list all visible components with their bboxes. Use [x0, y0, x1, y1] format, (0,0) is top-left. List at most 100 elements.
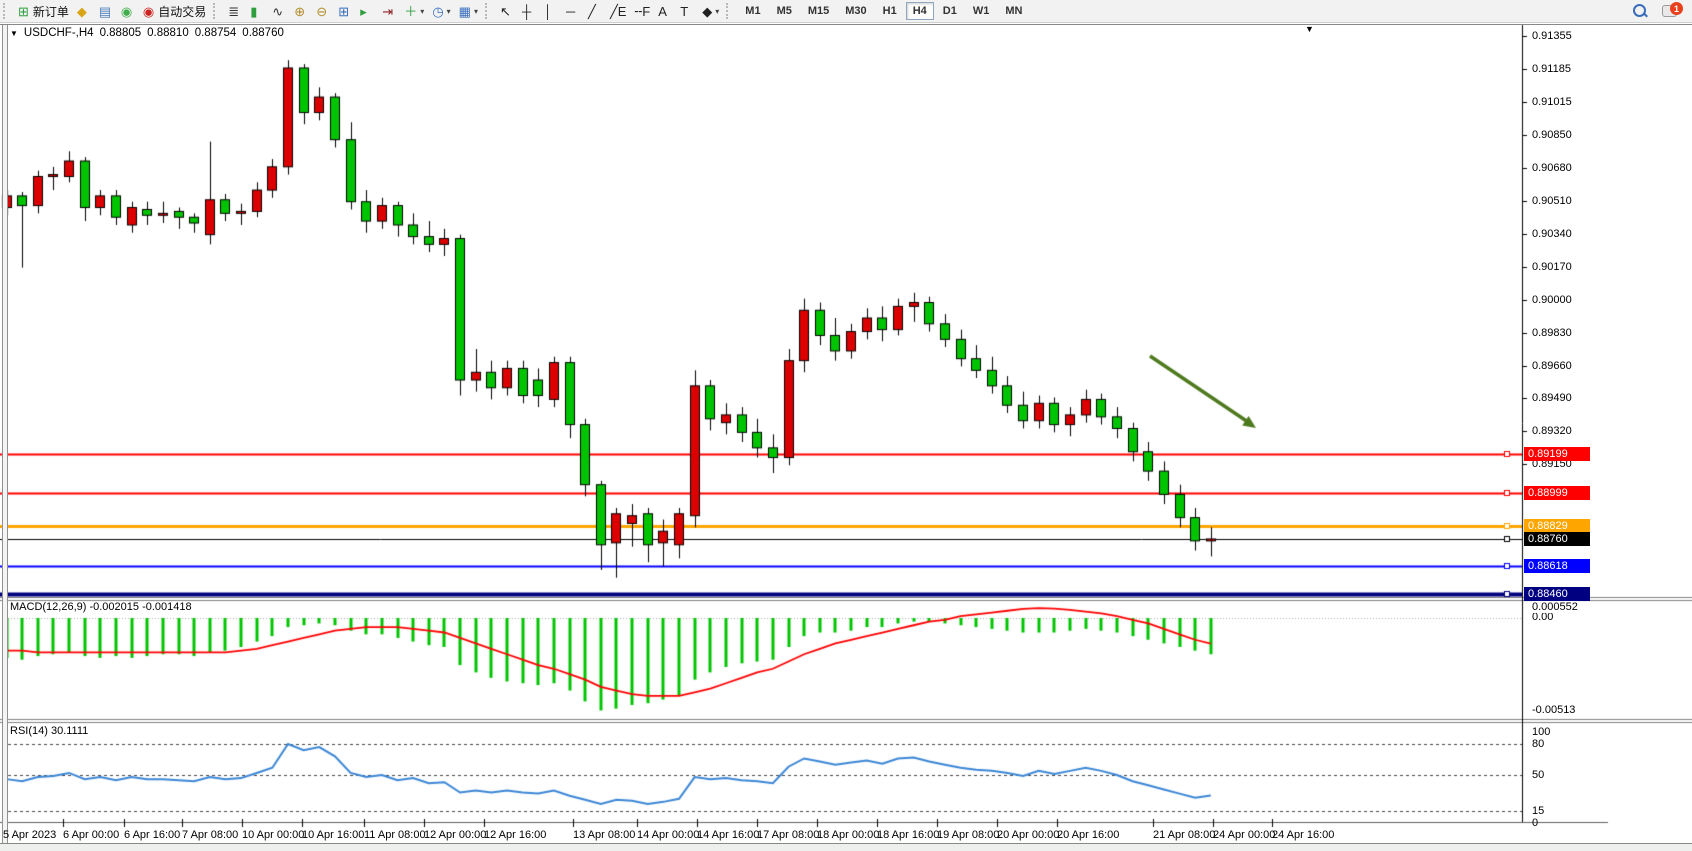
- zoom-in-button[interactable]: ⊕: [290, 1, 312, 21]
- indicators-icon: ＋: [404, 5, 417, 18]
- line-chart-button[interactable]: ∿: [268, 1, 290, 21]
- zoom-out-button[interactable]: ⊖: [312, 1, 334, 21]
- timeframe-mn[interactable]: MN: [998, 2, 1029, 20]
- macd-min-label: -0.00513: [1532, 704, 1575, 716]
- horizontal-line-button[interactable]: ─: [562, 1, 584, 21]
- date-label: 11 Apr 08:00: [364, 829, 426, 841]
- price-tick-label: 0.90170: [1532, 261, 1572, 273]
- date-label: 14 Apr 16:00: [697, 829, 759, 841]
- periods-button[interactable]: ◷▾: [428, 1, 454, 21]
- timeframe-h4[interactable]: H4: [906, 2, 934, 20]
- date-label: 6 Apr 16:00: [124, 829, 180, 841]
- price-chart-canvas[interactable]: [0, 0, 1692, 851]
- date-label: 14 Apr 00:00: [637, 829, 699, 841]
- chart-shift-marker-icon[interactable]: ▼: [1305, 24, 1314, 34]
- symbol-title: USDCHF-,H4: [24, 27, 94, 39]
- templates-button[interactable]: ▦▾: [455, 1, 482, 21]
- chevron-down-icon[interactable]: ▾: [715, 7, 719, 16]
- toolbar-grip: [213, 3, 219, 19]
- tile-windows-button[interactable]: ⊞: [334, 1, 356, 21]
- timeframe-w1[interactable]: W1: [966, 2, 997, 20]
- date-label: 21 Apr 08:00: [1153, 829, 1215, 841]
- date-label: 13 Apr 08:00: [573, 829, 635, 841]
- bar-chart-icon: ≣: [228, 5, 239, 18]
- trendline-button[interactable]: ╱: [584, 1, 606, 21]
- rsi-label: RSI(14) 30.1111: [10, 725, 88, 737]
- auto-scroll-button[interactable]: ▸: [356, 1, 378, 21]
- chart-shift-button[interactable]: ⇥: [378, 1, 400, 21]
- text-label-button[interactable]: T: [676, 1, 698, 21]
- toolbar-right: 1: [1632, 2, 1684, 20]
- price-tick-label: 0.89490: [1532, 392, 1572, 404]
- date-label: 10 Apr 16:00: [302, 829, 364, 841]
- notifications-button[interactable]: 1: [1662, 2, 1684, 20]
- rsi-level-label: 15: [1532, 805, 1544, 817]
- price-tick-label: 0.90000: [1532, 294, 1572, 306]
- toolbar-grip: [485, 3, 491, 19]
- rsi-level-label: 80: [1532, 738, 1544, 750]
- indicators-button[interactable]: ＋▾: [400, 1, 428, 21]
- navigator-button[interactable]: ▤: [95, 1, 117, 21]
- ohlc-close: 0.88760: [242, 27, 284, 39]
- chart-shift-icon: ⇥: [382, 5, 393, 18]
- macd-max-label: 0.000552: [1532, 601, 1578, 613]
- chevron-down-icon[interactable]: ▾: [420, 7, 424, 16]
- price-tick-label: 0.89660: [1532, 360, 1572, 372]
- crosshair-icon: ┼: [522, 5, 531, 18]
- vertical-line-button[interactable]: │: [540, 1, 562, 21]
- rsi-level-label: 0: [1532, 817, 1538, 829]
- cursor-button[interactable]: ↖: [496, 1, 518, 21]
- timeframe-h1[interactable]: H1: [876, 2, 904, 20]
- chevron-down-icon[interactable]: ▾: [447, 7, 451, 16]
- macd-label: MACD(12,26,9) -0.002015 -0.001418: [10, 601, 192, 613]
- chart-header: ▼ USDCHF-,H4 0.88805 0.88810 0.88754 0.8…: [10, 27, 284, 39]
- fibonacci-button[interactable]: ╌F: [630, 1, 654, 21]
- ohlc-low: 0.88754: [195, 27, 237, 39]
- chart-tools-group: ≣▮∿⊕⊖⊞▸⇥＋▾◷▾▦▾: [224, 0, 482, 22]
- equidistant-channel-icon: ╱E: [610, 5, 627, 18]
- zoom-out-icon: ⊖: [316, 5, 327, 18]
- text-icon: A: [658, 5, 667, 18]
- bar-chart-button[interactable]: ≣: [224, 1, 246, 21]
- date-label: 10 Apr 00:00: [242, 829, 304, 841]
- candlestick-button[interactable]: ▮: [246, 1, 268, 21]
- cursor-icon: ↖: [500, 5, 511, 18]
- toolbar-grip: [726, 3, 732, 19]
- date-label: 19 Apr 08:00: [937, 829, 999, 841]
- zoom-in-icon: ⊕: [294, 5, 305, 18]
- search-icon[interactable]: [1632, 3, 1648, 19]
- window-bottom-strip: [0, 844, 1692, 851]
- toolbar: ⊞新订单◆▤◉◉自动交易≣▮∿⊕⊖⊞▸⇥＋▾◷▾▦▾↖┼│─╱╱E╌FAT◆▾M…: [0, 0, 1692, 23]
- new-order-button[interactable]: ⊞ 新订单: [14, 1, 73, 21]
- chart-collapse-icon[interactable]: ▼: [10, 29, 18, 38]
- timeframe-d1[interactable]: D1: [936, 2, 964, 20]
- horizontal-line-icon: ─: [566, 5, 575, 18]
- date-label: 12 Apr 16:00: [484, 829, 546, 841]
- equidistant-channel-button[interactable]: ╱E: [606, 1, 631, 21]
- price-tick-label: 0.90510: [1532, 195, 1572, 207]
- line-price-label: 0.88829: [1524, 519, 1590, 533]
- new-order-button-label: 新订单: [33, 3, 69, 20]
- line-price-label: 0.88999: [1524, 486, 1590, 500]
- autotrading-button[interactable]: ◉自动交易: [139, 1, 210, 21]
- text-label-icon: T: [680, 5, 688, 18]
- timeframe-m15[interactable]: M15: [801, 2, 836, 20]
- line-price-label: 0.88618: [1524, 559, 1590, 573]
- arrows-button[interactable]: ◆▾: [698, 1, 723, 21]
- toolbar-grip: [3, 3, 9, 19]
- rsi-level-label: 100: [1532, 726, 1550, 738]
- signals-button[interactable]: ◉: [117, 1, 139, 21]
- timeframe-m30[interactable]: M30: [838, 2, 873, 20]
- timeframe-m1[interactable]: M1: [738, 2, 767, 20]
- price-tick-label: 0.91185: [1532, 63, 1571, 75]
- new-order-icon: ⊞: [18, 5, 29, 18]
- chart-top-border: [0, 24, 1692, 25]
- timeframe-m5[interactable]: M5: [770, 2, 799, 20]
- market-watch-button[interactable]: ◆: [73, 1, 95, 21]
- line-price-label: 0.88460: [1524, 587, 1590, 601]
- chevron-down-icon[interactable]: ▾: [474, 7, 478, 16]
- text-button[interactable]: A: [654, 1, 676, 21]
- timeframe-group: M1M5M15M30H1H4D1W1MN: [737, 0, 1030, 22]
- price-tick-label: 0.90680: [1532, 162, 1572, 174]
- crosshair-button[interactable]: ┼: [518, 1, 540, 21]
